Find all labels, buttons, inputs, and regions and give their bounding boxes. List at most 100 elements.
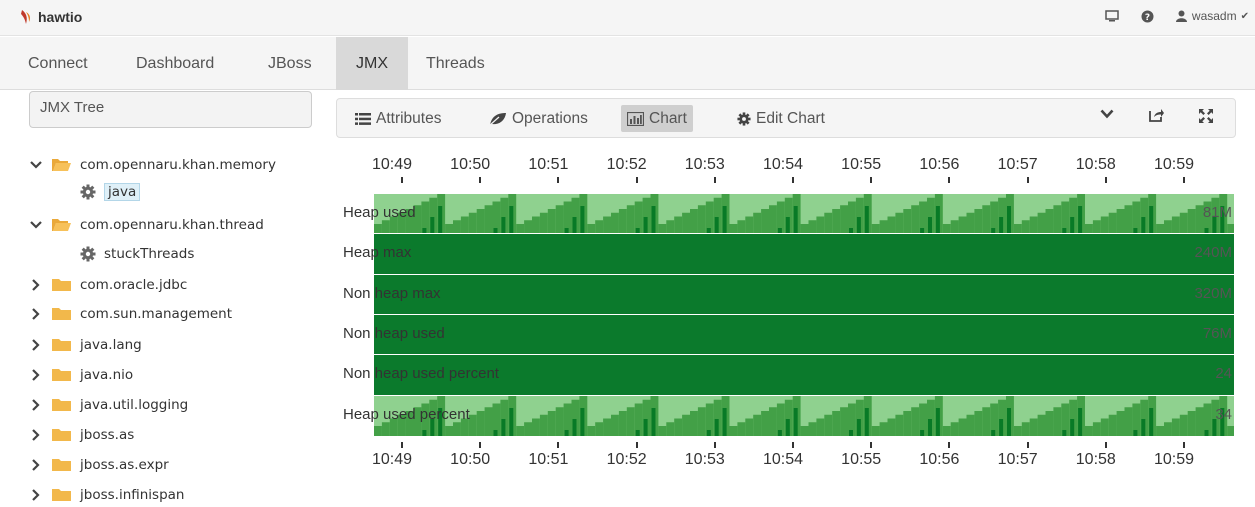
tree-node-label: java.nio <box>80 367 134 383</box>
operations-label: Operations <box>512 109 588 127</box>
time-axis-top: 10:49 10:50 10:51 10:52 10:53 10:54 10:55 10:56… <box>336 152 1236 192</box>
tab-dashboard[interactable]: Dashboard <box>136 37 214 90</box>
time-tick-mark <box>479 177 482 183</box>
time-tick-mark <box>1104 177 1107 183</box>
chevron-right-icon[interactable] <box>28 308 44 320</box>
tree-node[interactable]: com.opennaru.khan.thread <box>28 213 264 237</box>
user-name: wasadm <box>1191 9 1237 23</box>
time-tick-mark <box>635 442 638 448</box>
tree-node-label-selected: java <box>104 183 141 201</box>
time-tick-label: 10:53 <box>684 451 725 468</box>
top-right-menu: ? wasadm ✔ <box>1083 9 1249 23</box>
chevron-right-icon[interactable] <box>28 399 44 411</box>
folder-icon <box>52 368 72 382</box>
time-tick-label: 10:59 <box>1153 156 1195 173</box>
chevron-down-icon[interactable] <box>28 161 44 169</box>
time-tick-label: 10:55 <box>841 156 882 173</box>
time-tick-mark <box>948 442 951 448</box>
time-tick-label: 10:53 <box>684 156 725 173</box>
fullscreen-icon[interactable] <box>1199 109 1213 123</box>
chart-label: Chart <box>649 109 687 127</box>
time-tick-label: 10:56 <box>919 156 960 173</box>
time-tick-mark <box>1026 177 1029 183</box>
series-label: Heap used percent <box>343 405 470 423</box>
time-tick-mark <box>557 177 560 183</box>
folder-icon <box>52 398 72 412</box>
time-tick-mark <box>792 442 794 448</box>
brand-name: hawtio <box>38 9 83 25</box>
svg-text:?: ? <box>1145 13 1150 23</box>
horizon-row[interactable]: Heap max 240M <box>336 233 1236 275</box>
horizon-row[interactable]: Non heap used 76M <box>336 313 1236 355</box>
help-icon[interactable]: ? <box>1141 10 1154 23</box>
chart-toolbar: Attributes Operations Chart Edit Chart <box>336 98 1236 138</box>
tree-node-label: stuckThreads <box>104 246 195 262</box>
horizon-band <box>374 314 1234 355</box>
monitor-icon[interactable] <box>1105 10 1119 22</box>
chevron-right-icon[interactable] <box>28 369 44 381</box>
horizon-row[interactable]: Non heap max 320M <box>336 273 1236 315</box>
folder-open-icon <box>52 158 72 172</box>
operations-button[interactable]: Operations <box>483 105 594 132</box>
time-tick-label: 10:57 <box>997 451 1038 468</box>
tree-node[interactable]: java.util.logging <box>28 393 188 417</box>
gear-icon <box>80 184 96 200</box>
user-menu[interactable]: wasadm ✔ <box>1175 9 1249 23</box>
time-tick-label: 10:58 <box>1075 156 1116 173</box>
brand[interactable]: hawtio <box>20 9 82 25</box>
tree-node-label: jboss.infinispan <box>80 487 185 503</box>
time-tick-mark <box>1026 442 1029 448</box>
series-label: Heap used <box>343 204 416 221</box>
folder-icon <box>52 428 72 442</box>
series-value: 320M <box>1194 284 1232 302</box>
time-tick-mark <box>401 177 403 183</box>
tree-node[interactable]: stuckThreads <box>80 242 194 266</box>
series-label: Heap max <box>343 244 412 262</box>
share-icon[interactable] <box>1149 108 1164 122</box>
horizon-row[interactable]: Heap used 81M <box>336 193 1236 234</box>
tree-node[interactable]: java <box>80 180 141 204</box>
tree-node[interactable]: java.lang <box>28 333 142 357</box>
chevron-right-icon[interactable] <box>28 279 44 291</box>
chevron-down-icon[interactable] <box>28 221 44 229</box>
tree-node[interactable]: jboss.as.expr <box>28 453 169 477</box>
tree-node-label: com.sun.management <box>80 306 232 322</box>
folder-icon <box>52 307 72 321</box>
tree-node-label: jboss.as.expr <box>80 457 169 473</box>
chart-button[interactable]: Chart <box>621 105 693 132</box>
chevron-down-icon[interactable] <box>1100 109 1114 119</box>
tree-node[interactable]: jboss.infinispan <box>28 483 185 507</box>
edit-chart-button[interactable]: Edit Chart <box>731 105 831 132</box>
time-tick-label: 10:50 <box>450 156 491 173</box>
tree-node[interactable]: java.nio <box>28 363 133 387</box>
tree-node[interactable]: jboss.as <box>28 423 134 447</box>
folder-icon <box>52 278 72 292</box>
time-tick-label: 10:54 <box>762 451 804 468</box>
chevron-right-icon[interactable] <box>28 489 44 501</box>
tree-node[interactable]: com.sun.management <box>28 302 232 326</box>
top-bar: hawtio ? wasadm ✔ <box>0 0 1255 36</box>
tab-threads[interactable]: Threads <box>426 37 485 90</box>
attributes-button[interactable]: Attributes <box>349 105 447 132</box>
time-tick-mark <box>1183 177 1185 183</box>
tree-node[interactable]: com.opennaru.khan.memory <box>28 153 276 177</box>
chevron-right-icon[interactable] <box>28 459 44 471</box>
horizon-row[interactable]: Non heap used percent 24 <box>336 354 1236 396</box>
tab-jmx[interactable]: JMX <box>336 37 408 90</box>
chevron-right-icon[interactable] <box>28 429 44 441</box>
chevron-right-icon[interactable] <box>28 339 44 351</box>
tree-node-label: com.opennaru.khan.thread <box>80 217 264 233</box>
time-tick-mark <box>870 442 873 448</box>
series-label: Non heap used <box>343 324 445 342</box>
time-tick-label: 10:52 <box>606 156 647 173</box>
time-tick-label: 10:50 <box>450 451 491 468</box>
tab-jboss[interactable]: JBoss <box>268 37 312 90</box>
tree-node[interactable]: com.oracle.jdbc <box>28 273 187 297</box>
time-tick-label: 10:54 <box>762 156 804 173</box>
horizon-row[interactable]: Heap used percent 34 <box>336 394 1236 436</box>
time-tick-mark <box>1104 442 1107 448</box>
tab-connect[interactable]: Connect <box>28 37 88 90</box>
bar-chart-icon <box>627 111 644 126</box>
series-label: Non heap max <box>343 284 441 302</box>
jmx-tree-filter-input[interactable]: JMX Tree <box>29 91 312 128</box>
